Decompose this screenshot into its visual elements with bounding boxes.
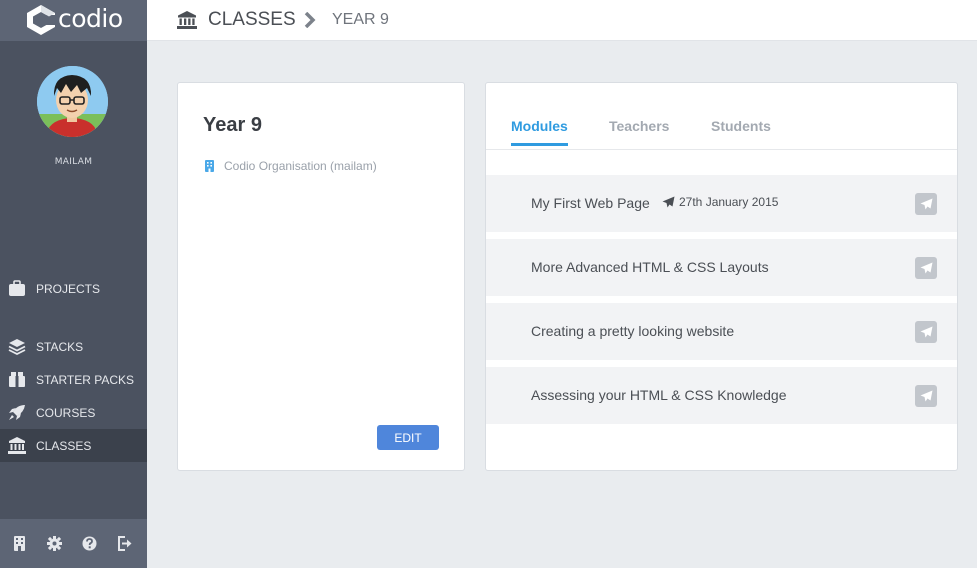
paper-plane-icon bbox=[920, 390, 932, 402]
edit-button[interactable]: EDIT bbox=[377, 425, 439, 450]
top-header: CLASSES YEAR 9 bbox=[147, 0, 977, 41]
sidebar-item-projects[interactable]: PROJECTS bbox=[0, 272, 147, 305]
sidebar-item-label: STACKS bbox=[36, 340, 84, 354]
logout-icon[interactable] bbox=[117, 536, 132, 551]
sidebar-item-label: CLASSES bbox=[36, 439, 92, 453]
sidebar-footer bbox=[0, 519, 147, 568]
breadcrumb-root[interactable]: CLASSES bbox=[208, 9, 296, 31]
module-row[interactable]: More Advanced HTML & CSS Layouts bbox=[486, 239, 957, 296]
logo-text: codio bbox=[58, 4, 123, 33]
publish-button[interactable] bbox=[915, 385, 937, 407]
tab-modules[interactable]: Modules bbox=[511, 118, 568, 146]
sidebar-item-stacks[interactable]: STACKS bbox=[0, 330, 147, 363]
class-card: Year 9 Codio Organisation (mailam) EDIT bbox=[177, 82, 465, 471]
box-icon bbox=[9, 372, 25, 387]
institution-icon bbox=[177, 11, 197, 29]
briefcase-icon bbox=[9, 280, 25, 296]
sidebar-item-starter-packs[interactable]: STARTER PACKS bbox=[0, 363, 147, 396]
help-icon[interactable] bbox=[82, 536, 97, 551]
institution-icon bbox=[8, 437, 26, 454]
rocket-icon bbox=[9, 405, 25, 420]
class-title: Year 9 bbox=[203, 114, 262, 136]
modules-card: Modules Teachers Students My First Web P… bbox=[485, 82, 958, 471]
module-title: More Advanced HTML & CSS Layouts bbox=[531, 259, 769, 275]
module-row[interactable]: Creating a pretty looking website bbox=[486, 303, 957, 360]
sidebar: codio MAILAM PROJECTS STACKS STARTER PAC… bbox=[0, 0, 147, 568]
building-icon bbox=[205, 160, 214, 172]
publish-button[interactable] bbox=[915, 257, 937, 279]
sidebar-item-classes[interactable]: CLASSES bbox=[0, 429, 147, 462]
module-title: My First Web Page bbox=[531, 195, 650, 211]
paper-plane-icon bbox=[920, 262, 932, 274]
published-date-text: 27th January 2015 bbox=[679, 195, 779, 209]
layers-icon bbox=[8, 339, 26, 355]
tab-students[interactable]: Students bbox=[711, 118, 771, 143]
chevron-right-icon bbox=[304, 12, 316, 28]
sidebar-item-label: PROJECTS bbox=[36, 282, 101, 296]
publish-button[interactable] bbox=[915, 193, 937, 215]
tab-bar: Modules Teachers Students bbox=[486, 83, 957, 150]
paper-plane-icon bbox=[920, 326, 932, 338]
gear-icon[interactable] bbox=[47, 536, 62, 551]
module-row[interactable]: Assessing your HTML & CSS Knowledge bbox=[486, 367, 957, 424]
published-date: 27th January 2015 bbox=[662, 195, 778, 209]
tab-teachers[interactable]: Teachers bbox=[609, 118, 669, 143]
module-title: Assessing your HTML & CSS Knowledge bbox=[531, 387, 787, 403]
paper-plane-icon bbox=[920, 198, 932, 210]
sidebar-item-label: COURSES bbox=[36, 406, 96, 420]
sidebar-item-courses[interactable]: COURSES bbox=[0, 396, 147, 429]
breadcrumb-current: YEAR 9 bbox=[332, 11, 389, 28]
building-icon[interactable] bbox=[12, 536, 27, 551]
username: MAILAM bbox=[54, 157, 93, 167]
avatar-image bbox=[37, 66, 108, 137]
module-row[interactable]: My First Web Page 27th January 2015 bbox=[486, 175, 957, 232]
logo-bar: codio bbox=[0, 0, 147, 41]
codio-logo-icon[interactable] bbox=[26, 4, 56, 36]
organisation-label: Codio Organisation (mailam) bbox=[224, 159, 377, 173]
sidebar-item-label: STARTER PACKS bbox=[36, 373, 135, 387]
avatar[interactable] bbox=[37, 66, 108, 137]
module-title: Creating a pretty looking website bbox=[531, 323, 735, 339]
paper-plane-icon bbox=[662, 196, 675, 208]
publish-button[interactable] bbox=[915, 321, 937, 343]
